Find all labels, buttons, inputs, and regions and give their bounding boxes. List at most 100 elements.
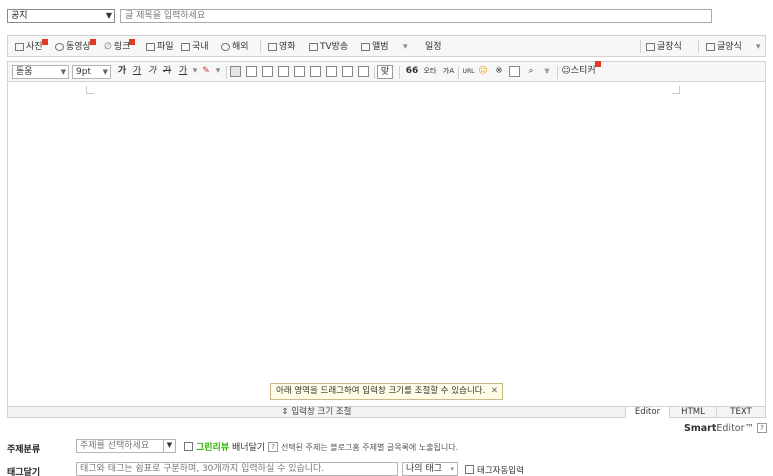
align-left-button[interactable]: [230, 66, 241, 77]
chevron-down-icon: ▼: [60, 68, 66, 76]
template-button[interactable]: 글양식: [706, 40, 742, 54]
size-select[interactable]: 9pt ▼: [72, 65, 111, 79]
file-label: 파일: [157, 42, 174, 52]
bg-color-dropdown[interactable]: ▾: [213, 65, 223, 79]
chevron-down-icon: ▼: [102, 68, 108, 76]
translate-icon[interactable]: ⩔: [540, 65, 554, 79]
editor-body[interactable]: [7, 83, 766, 406]
highlighter-icon: ✎: [202, 66, 210, 76]
video-label: 동영상: [66, 42, 91, 52]
globe-icon: [221, 43, 230, 51]
close-icon[interactable]: ✕: [491, 384, 498, 399]
quote-button[interactable]: 66: [405, 65, 419, 79]
smarteditor-brand: SmartEditor™?: [684, 423, 768, 434]
underline-button[interactable]: 가: [130, 65, 144, 79]
resize-tip-text: 아래 영역을 드래그하여 입력창 크기를 조절할 수 있습니다.: [276, 386, 486, 396]
movie-button[interactable]: 영화: [268, 40, 296, 54]
new-badge-icon: [594, 61, 601, 67]
text-style-button[interactable]: 글장식: [646, 40, 682, 54]
topic-label: 주제분류: [7, 445, 41, 455]
link-label: 링크: [113, 42, 131, 52]
banner-checkbox[interactable]: [184, 442, 193, 451]
indent-button[interactable]: [342, 66, 353, 77]
new-badge-icon: [129, 39, 136, 45]
align-justify-button[interactable]: [278, 66, 289, 77]
emoticon-icon[interactable]: ☺: [476, 65, 490, 79]
italic-button[interactable]: 가: [145, 65, 159, 79]
photo-label: 사진: [26, 42, 43, 52]
domestic-map-button[interactable]: 국내: [181, 40, 209, 54]
editor-mode-tabs: Editor HTML TEXT: [626, 406, 766, 418]
bg-color-button[interactable]: ✎: [199, 65, 213, 79]
auto-tag-option: 태그자동입력: [465, 464, 524, 476]
resize-handle[interactable]: ⇕ 입력창 크기 조절: [7, 406, 626, 418]
tag-input[interactable]: 태그와 태그는 쉼표로 구분하며, 30개까지 입력하실 수 있습니다.: [76, 462, 398, 476]
font-value: 돋움: [16, 67, 33, 77]
numbered-list-button[interactable]: [294, 66, 305, 77]
map-icon: [181, 43, 190, 51]
category-value: 공지: [11, 11, 28, 21]
help-icon[interactable]: ?: [757, 423, 768, 433]
photo-icon: [15, 43, 24, 51]
overseas-map-button[interactable]: 해외: [221, 40, 249, 54]
new-badge-icon: [41, 39, 48, 45]
sticker-icon: ☺: [561, 66, 571, 76]
outdent-button[interactable]: [326, 66, 337, 77]
tab-text[interactable]: TEXT: [717, 407, 766, 418]
overseas-label: 해외: [232, 42, 249, 52]
chevron-down-icon: ▼: [163, 439, 175, 453]
font-select[interactable]: 돋움 ▼: [12, 65, 69, 79]
file-icon: [146, 43, 155, 51]
photo-button[interactable]: 사진: [15, 39, 48, 54]
bold-button[interactable]: 가: [115, 65, 129, 79]
resize-tooltip: 아래 영역을 드래그하여 입력창 크기를 조절할 수 있습니다. ✕: [270, 383, 503, 400]
file-button[interactable]: 파일: [146, 40, 174, 54]
strike-button[interactable]: 가: [160, 65, 174, 79]
align-center-button[interactable]: [246, 66, 257, 77]
bullet-list-button[interactable]: [310, 66, 321, 77]
album-icon: [361, 43, 370, 51]
help-icon[interactable]: ?: [268, 442, 279, 452]
template-icon: [706, 43, 715, 51]
play-icon: [55, 43, 64, 51]
film-icon: [268, 43, 277, 51]
tab-editor[interactable]: Editor: [626, 407, 670, 418]
insert-toolbar: 사진 동영상 ∅ 링크 파일 국내 해외 영화 TV방송 앨범 ▾ 일정 글장식…: [7, 35, 766, 57]
topic-note: 선택된 주제는 블로그홈 주제별 글목록에 노출됩니다.: [281, 443, 459, 452]
url-button[interactable]: URL: [461, 65, 476, 79]
size-value: 9pt: [76, 67, 91, 77]
schedule-button[interactable]: 일정: [425, 40, 442, 54]
tab-html[interactable]: HTML: [670, 407, 717, 418]
new-badge-icon: [89, 39, 96, 45]
my-tags-button[interactable]: 나의 태그 ▾: [402, 462, 458, 476]
typo-button[interactable]: 오타: [421, 65, 439, 79]
album-button[interactable]: 앨범: [361, 40, 389, 54]
category-select[interactable]: 공지 ▼: [7, 9, 115, 23]
template-dropdown[interactable]: ▾: [756, 40, 761, 54]
tv-label: TV방송: [320, 42, 349, 52]
search-icon[interactable]: ⌕: [524, 65, 538, 79]
font-color-button[interactable]: 가: [176, 65, 190, 79]
text-style-label: 글장식: [657, 42, 682, 52]
more-dropdown[interactable]: ▾: [403, 40, 408, 54]
spellcheck-button[interactable]: 맞: [377, 65, 393, 79]
margin-guide: [86, 86, 94, 94]
topic-select[interactable]: 주제를 선택하세요 ▼: [76, 439, 176, 453]
sticker-button[interactable]: ☺스티커: [560, 61, 602, 79]
template-label: 글양식: [717, 42, 742, 52]
link-button[interactable]: ∅ 링크: [104, 39, 136, 54]
greenreview-banner: 그린리뷰 배너달기? 선택된 주제는 블로그홈 주제별 글목록에 노출됩니다.: [184, 440, 458, 453]
domestic-label: 국내: [192, 42, 209, 52]
table-button[interactable]: [509, 66, 520, 77]
album-label: 앨범: [372, 42, 389, 52]
superscript-button[interactable]: 가A: [440, 65, 457, 79]
auto-tag-checkbox[interactable]: [465, 465, 474, 474]
align-right-button[interactable]: [262, 66, 273, 77]
line-height-button[interactable]: [358, 66, 369, 77]
video-button[interactable]: 동영상: [55, 39, 96, 54]
special-char-icon[interactable]: ※: [492, 65, 506, 79]
tv-button[interactable]: TV방송: [309, 40, 348, 54]
title-input[interactable]: 글 제목을 입력하세요: [120, 9, 712, 23]
brand-strong: Smart: [684, 423, 717, 434]
auto-tag-label: 태그자동입력: [477, 466, 524, 476]
